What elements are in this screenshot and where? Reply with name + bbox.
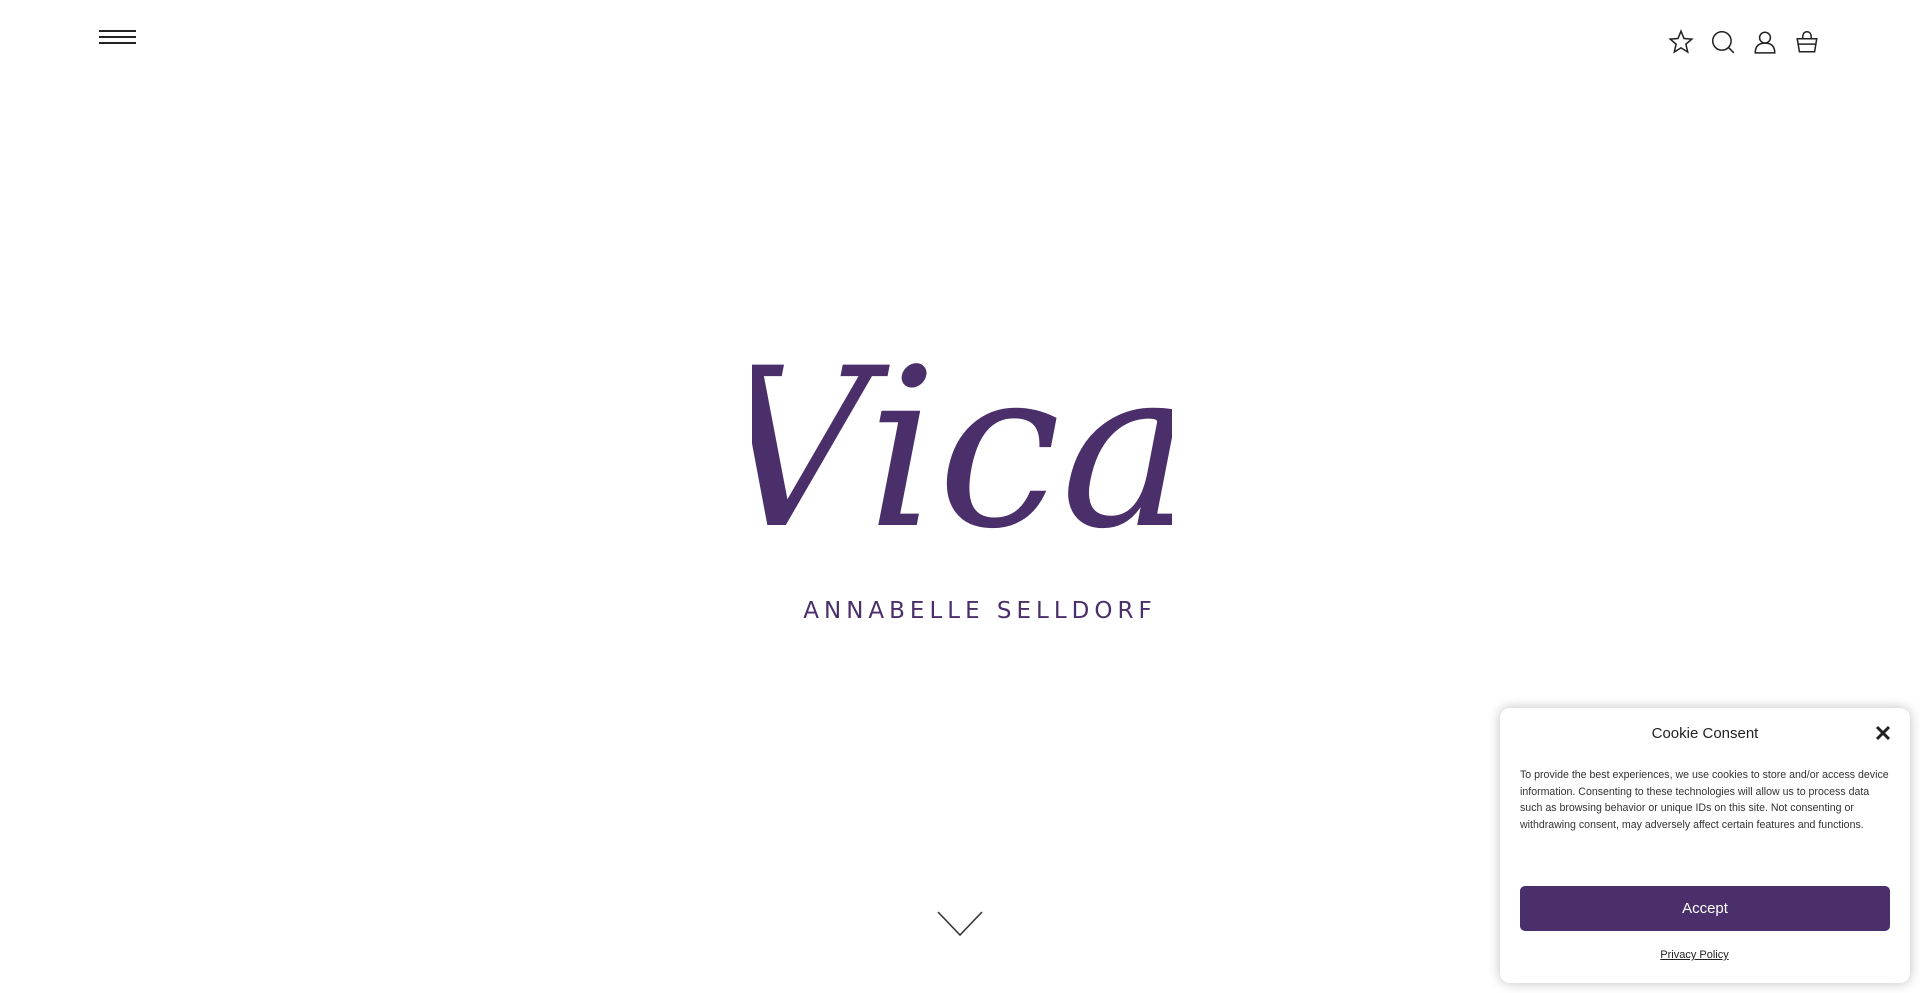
basket-icon[interactable] [1794,28,1820,56]
search-icon[interactable] [1710,28,1736,56]
hamburger-menu-icon[interactable] [99,30,137,50]
user-icon[interactable] [1752,28,1778,56]
cookie-title: Cookie Consent [1651,725,1759,742]
cookie-consent-dialog: Cookie Consent To provide the best exper… [1500,708,1910,983]
cookie-description: To provide the best experiences, we use … [1520,769,1889,831]
logo-subtitle: ANNABELLE SELLDORF [803,598,1157,624]
chevron-down-icon[interactable] [937,910,983,938]
page: Vica ANNABELLE SELLDORF Cookie Consent T… [0,0,1920,993]
star-icon[interactable] [1668,28,1694,56]
svg-text:Vica: Vica [752,321,1172,550]
privacy-policy-link[interactable]: Privacy Policy [1500,949,1889,961]
header-icons [1668,28,1820,56]
accept-button[interactable]: Accept [1520,886,1890,931]
vica-logo: Vica [712,320,1192,577]
close-icon[interactable] [1874,724,1892,742]
